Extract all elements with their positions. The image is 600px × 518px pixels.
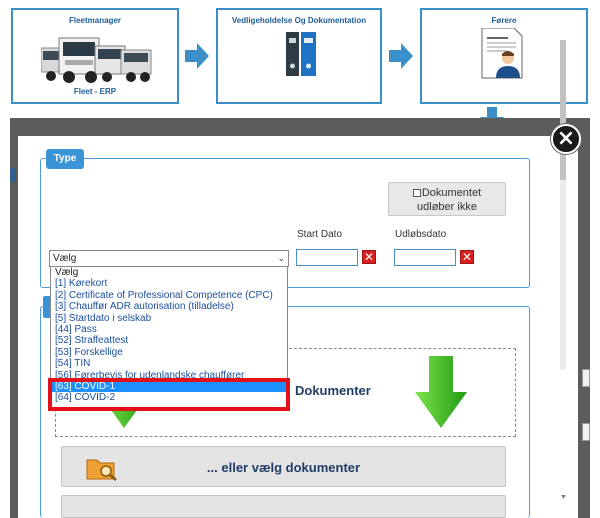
option-3[interactable]: [3] Chauffør ADR autorisation (tilladels… (51, 301, 287, 312)
arrow-right-icon (185, 43, 209, 69)
option-52[interactable]: [52] Straffeattest (51, 335, 287, 346)
option-1[interactable]: [1] Kørekort (51, 278, 287, 289)
binders-icon (286, 32, 316, 76)
document-type-select[interactable]: Vælg ⌄ (49, 250, 289, 267)
trucks-icon (41, 37, 152, 83)
expiry-date-input[interactable] (394, 249, 456, 266)
option-54[interactable]: [54] TIN (51, 358, 287, 369)
chevron-down-icon[interactable]: ⌄ (277, 251, 285, 266)
expires-never-label-2: udløber ikke (417, 201, 477, 213)
option-2[interactable]: [2] Certificate of Professional Competen… (51, 290, 287, 301)
clear-expiry-date-icon[interactable]: ✕ (460, 250, 474, 264)
flow-step-maintenance[interactable]: Vedligeholdelse Og Dokumentation (216, 8, 382, 104)
option-53[interactable]: [53] Forskellige (51, 347, 287, 358)
download-arrow-icon (415, 356, 467, 428)
scroll-down-icon[interactable]: ▼ (560, 494, 567, 502)
screenshot: Fleetmanager Fleet - ERP Vedligeholdelse… (0, 0, 600, 518)
side-tab[interactable] (582, 369, 590, 387)
start-date-input[interactable] (296, 249, 358, 266)
option-44[interactable]: [44] Pass (51, 324, 287, 335)
expiry-date-label: Udløbsdato (395, 229, 447, 240)
side-tab[interactable] (582, 423, 590, 441)
choose-documents-label: ... eller vælg dokumenter (206, 460, 361, 475)
document-type-selected: Vælg (53, 253, 77, 264)
choose-documents-button[interactable]: ... eller vælg dokumenter (61, 446, 506, 487)
expires-never-label-1: Dokumentet (421, 187, 482, 199)
driver-contract-icon (481, 28, 523, 79)
annotation-highlight-frame (48, 378, 290, 411)
flow-step-title: Fleetmanager (68, 16, 122, 25)
flow-step-subtitle: Fleet - ERP (73, 87, 117, 96)
backdrop-strip (10, 168, 16, 182)
modal-scrollbar-thumb[interactable] (560, 40, 566, 180)
start-date-label: Start Dato (297, 229, 343, 240)
flow-step-title: Vedligeholdelse Og Dokumentation (231, 16, 367, 25)
drop-zone-label: Dokumenter (295, 383, 371, 398)
document-list-row[interactable] (61, 495, 506, 518)
option-choose[interactable]: Vælg (51, 267, 287, 278)
option-5[interactable]: [5] Startdato i selskab (51, 313, 287, 324)
expires-never-checkbox[interactable]: Dokumentet udløber ikke (388, 182, 506, 216)
close-icon[interactable]: × (551, 124, 581, 154)
flow-step-fleetmanager[interactable]: Fleetmanager Fleet - ERP (11, 8, 179, 104)
type-legend: Type (46, 149, 84, 169)
flow-step-title: Førere (491, 16, 517, 25)
clear-start-date-icon[interactable]: ✕ (362, 250, 376, 264)
checkbox-icon[interactable] (412, 189, 421, 198)
arrow-right-icon (389, 43, 413, 69)
